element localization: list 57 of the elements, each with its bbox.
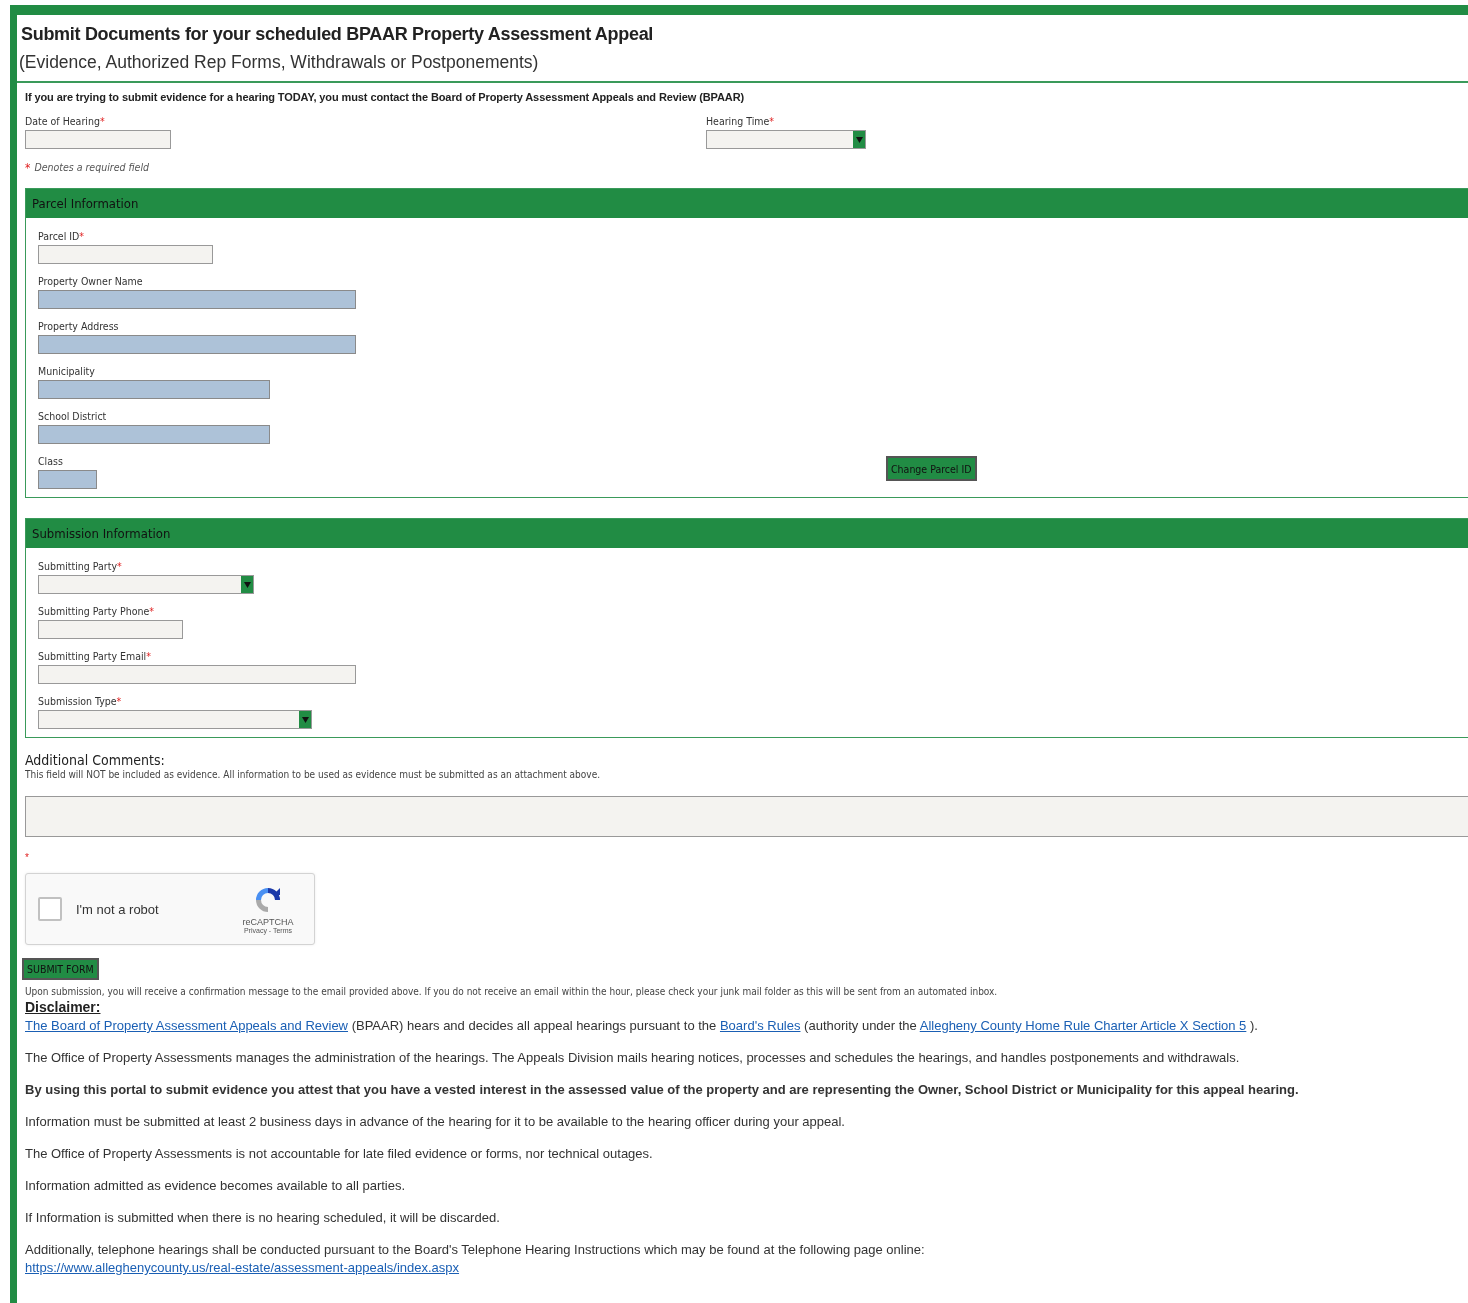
- disclaimer-paragraph: If Information is submitted when there is no hearing scheduled, it will be discarded.: [25, 1210, 501, 1226]
- field-label: Property Address: [38, 320, 119, 333]
- field-label: Hearing Time*: [706, 115, 775, 128]
- dropdown-field[interactable]: [38, 710, 312, 729]
- input-field[interactable]: [38, 665, 356, 684]
- dropdown-arrow-icon: [855, 136, 863, 143]
- notice-text: If you are trying to submit evidence for a hearing TODAY, you must contact the Board of Property Assessment Appeals and Review (BPAAR): [25, 91, 746, 104]
- dropdown-arrow-icon: [301, 716, 309, 723]
- disclaimer-title: Disclaimer:: [25, 999, 101, 1015]
- input-field[interactable]: [38, 335, 356, 354]
- disclaimer-paragraph: By using this portal to submit evidence you attest that you have a vested interest in the assessed value of the property and are representing the Owner, School District or Municipality for this appeal hearing.: [25, 1082, 1300, 1098]
- field-label: Submission Type*: [38, 695, 122, 708]
- dropdown-arrow-icon: [243, 581, 251, 588]
- field-label: Submitting Party Email*: [38, 650, 151, 663]
- disclaimer-paragraph: The Board of Property Assessment Appeals and Review (BPAAR) hears and decides all appeal hearings pursuant to the Board's Rules (authority under the Allegheny County Home Rule Charter Article X Section 5 ).: [25, 1018, 1259, 1034]
- comments-title: Additional Comments:: [25, 752, 166, 769]
- field-label: Submitting Party Phone*: [38, 605, 154, 618]
- comments-note: This field will NOT be included as evidence. All information to be used as evidence must be submitted as an attachment above.: [25, 769, 602, 781]
- checkbox[interactable]: [38, 897, 62, 921]
- input-field[interactable]: [38, 620, 183, 639]
- required-mark: *: [25, 851, 30, 865]
- dropdown-field[interactable]: [38, 575, 254, 594]
- field-label: Submitting Party*: [38, 560, 122, 573]
- confirmation-text: Upon submission, you will receive a confirmation message to the email provided above. If you do not receive an email within the hour, please check your junk mail folder as this will be sent from an automated inbox.: [25, 986, 999, 998]
- field-label: School District: [38, 410, 107, 423]
- page-title: Submit Documents for your scheduled BPAAR Property Assessment Appeal: [21, 23, 655, 45]
- input-field[interactable]: [38, 470, 97, 489]
- input-field[interactable]: [38, 290, 356, 309]
- captcha-brand: reCAPTCHA: [242, 916, 294, 927]
- field-label: Parcel ID*: [38, 230, 85, 243]
- comments-field[interactable]: [25, 796, 1468, 837]
- input-field[interactable]: [25, 130, 171, 149]
- change-parcel-button[interactable]: Change Parcel ID: [886, 456, 977, 481]
- section-header: Submission Information: [26, 519, 1468, 548]
- text-link[interactable]: https://www.alleghenycounty.us/real-estate/assessment-appeals/index.aspx: [25, 1260, 460, 1275]
- disclaimer-paragraph: Information must be submitted at least 2 business days in advance of the hearing for it to be available to the hearing officer during your appeal.: [25, 1114, 846, 1130]
- checkbox-label: I'm not a robot: [76, 901, 160, 917]
- text-link[interactable]: Board's Rules: [719, 1018, 801, 1033]
- input-field[interactable]: [38, 380, 270, 399]
- field-label: Date of Hearing*: [25, 115, 105, 128]
- dropdown-field[interactable]: [706, 130, 866, 149]
- text-link[interactable]: Allegheny County Home Rule Charter Article X Section 5: [919, 1018, 1247, 1033]
- input-field[interactable]: [38, 245, 213, 264]
- field-label: Property Owner Name: [38, 275, 143, 288]
- required-mark: *: [25, 161, 31, 175]
- disclaimer-paragraph: The Office of Property Assessments is not accountable for late filed evidence or forms, nor technical outages.: [25, 1146, 654, 1162]
- disclaimer-paragraph: The Office of Property Assessments manages the administration of the hearings. The Appeals Division mails hearing notices, processes and schedules the hearings, and handles postponements and withdrawals.: [25, 1050, 1241, 1066]
- field-label: Municipality: [38, 365, 95, 378]
- disclaimer-paragraph: Information admitted as evidence becomes available to all parties.: [25, 1178, 407, 1194]
- submit-button[interactable]: SUBMIT FORM: [22, 958, 99, 980]
- section-header: Parcel Information: [26, 189, 1468, 218]
- text-link[interactable]: The Board of Property Assessment Appeals and Review: [25, 1018, 348, 1033]
- disclaimer-paragraph: Additionally, telephone hearings shall be conducted pursuant to the Board's Telephone Hearing Instructions which may be found at the following page online:: [25, 1242, 926, 1258]
- input-field[interactable]: [38, 425, 270, 444]
- page-subtitle: (Evidence, Authorized Rep Forms, Withdrawals or Postponements): [19, 51, 540, 73]
- field-label: Class: [38, 455, 63, 468]
- required-note: Denotes a required field: [34, 161, 150, 173]
